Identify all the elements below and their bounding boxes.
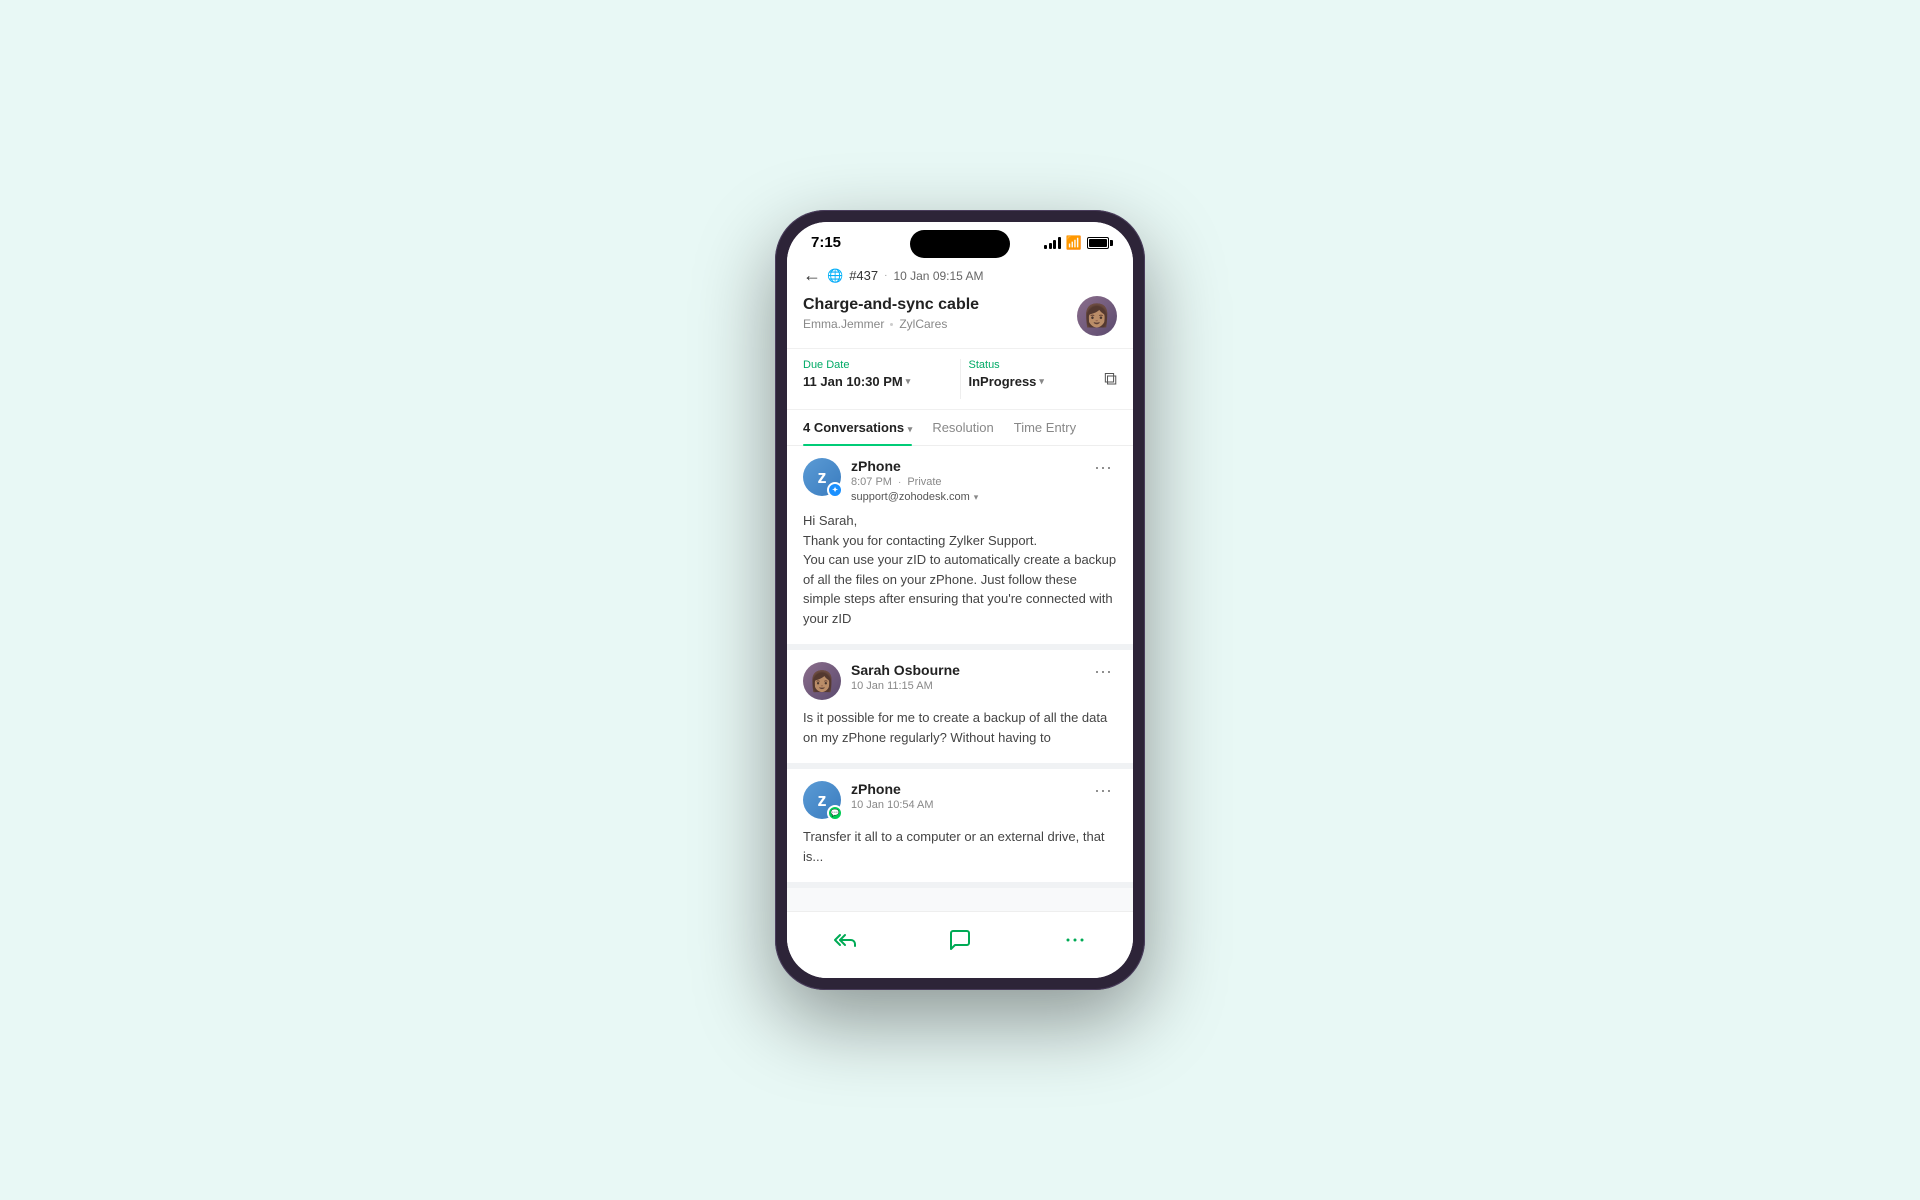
due-date-value: 11 Jan 10:30 PM ▾ <box>803 374 952 389</box>
conv-header-3: z 💬 zPhone 10 Jan 10:54 AM <box>803 781 1117 819</box>
conv-avatar-2: 👩🏽 <box>803 662 841 700</box>
conv-time-row-3: 10 Jan 10:54 AM <box>851 799 934 811</box>
conv-time-3: 10 Jan 10:54 AM <box>851 799 934 811</box>
conv-sender-1: zPhone <box>851 458 978 474</box>
message-icon <box>948 928 972 952</box>
conv-dot-1: · <box>898 477 901 488</box>
bottom-nav <box>787 911 1133 978</box>
fields-divider <box>960 359 961 399</box>
conv-meta-3: zPhone 10 Jan 10:54 AM <box>851 781 934 814</box>
conv-body-3: Transfer it all to a computer or an exte… <box>803 827 1117 866</box>
conv-sender-3: zPhone <box>851 781 934 797</box>
ticket-date: 10 Jan 09:15 AM <box>893 269 983 283</box>
status-chevron: ▾ <box>1039 376 1044 387</box>
separator: · <box>884 270 887 281</box>
due-date-chevron: ▾ <box>906 376 911 387</box>
conv-body-2: Is it possible for me to create a backup… <box>803 708 1117 747</box>
conv-time-row-2: 10 Jan 11:15 AM <box>851 680 960 692</box>
team-name: ZylCares <box>899 317 947 331</box>
conv-more-3[interactable]: ⋯ <box>1090 781 1117 802</box>
conv-time-1: 8:07 PM <box>851 476 892 488</box>
globe-icon: 🌐 <box>827 268 843 284</box>
due-date-field[interactable]: Due Date 11 Jan 10:30 PM ▾ <box>803 359 952 389</box>
conv-email-row-1[interactable]: support@zohodesk.com ▾ <box>851 491 978 503</box>
tab-resolution[interactable]: Resolution <box>932 410 993 445</box>
tabs-row: 4 Conversations ▾ Resolution Time Entry <box>787 410 1133 446</box>
conv-meta-2: Sarah Osbourne 10 Jan 11:15 AM <box>851 662 960 695</box>
phone-frame: 7:15 📶 ← 🌐 #437 · 10 Jan 09:15 AM C <box>775 210 1145 990</box>
conv-header-1: z ✦ zPhone 8:07 PM · Private <box>803 458 1117 503</box>
conv-body-1: Hi Sarah, Thank you for contacting Zylke… <box>803 511 1117 628</box>
avatar-image: 👩🏽 <box>1083 303 1110 329</box>
dynamic-island <box>910 230 1010 258</box>
conv-badge-icon-3: 💬 <box>831 809 840 817</box>
conv-avatar-wrap-1: z ✦ <box>803 458 841 496</box>
due-date-label: Due Date <box>803 359 952 371</box>
ticket-header-row: Charge-and-sync cable Emma.Jemmer ZylCar… <box>803 296 1117 336</box>
ticket-meta: Emma.Jemmer ZylCares <box>803 317 1077 331</box>
status-value: InProgress ▾ <box>969 374 1118 389</box>
conv-more-2[interactable]: ⋯ <box>1090 662 1117 683</box>
conversation-item: z ✦ zPhone 8:07 PM · Private <box>787 446 1133 650</box>
conv-time-row-1: 8:07 PM · Private <box>851 476 978 488</box>
ticket-id: #437 <box>849 268 878 283</box>
back-button[interactable]: ← <box>803 265 821 286</box>
ticket-header: ← 🌐 #437 · 10 Jan 09:15 AM Charge-and-sy… <box>787 257 1133 348</box>
more-options-button[interactable] <box>1050 922 1100 958</box>
status-field[interactable]: Status InProgress ▾ <box>969 359 1118 389</box>
meta-dot <box>890 323 893 326</box>
fields-row: Due Date 11 Jan 10:30 PM ▾ Status InProg… <box>787 348 1133 410</box>
copy-icon[interactable]: ⧉ <box>1104 369 1117 390</box>
conv-privacy-1: Private <box>907 476 941 488</box>
status-icons: 📶 <box>1044 235 1109 251</box>
agent-avatar: 👩🏽 <box>1077 296 1117 336</box>
conv-sender-2: Sarah Osbourne <box>851 662 960 678</box>
status-label: Status <box>969 359 1118 371</box>
conv-time-2: 10 Jan 11:15 AM <box>851 680 933 692</box>
reply-all-icon <box>833 928 857 952</box>
conv-avatar-wrap-3: z 💬 <box>803 781 841 819</box>
conv-badge-3: 💬 <box>827 805 843 821</box>
conversations-tab-chevron: ▾ <box>908 424 913 434</box>
conv-email-1: support@zohodesk.com <box>851 491 970 503</box>
more-icon <box>1063 928 1087 952</box>
conv-avatar-wrap-2: 👩🏽 <box>803 662 841 700</box>
conv-more-1[interactable]: ⋯ <box>1090 458 1117 479</box>
reply-all-button[interactable] <box>820 922 870 958</box>
conv-meta-1: zPhone 8:07 PM · Private support@zohodes… <box>851 458 978 503</box>
conv-email-chevron-1: ▾ <box>974 492 979 503</box>
tab-time-entry[interactable]: Time Entry <box>1014 410 1076 445</box>
status-time: 7:15 <box>811 234 841 251</box>
conversations-list: z ✦ zPhone 8:07 PM · Private <box>787 446 1133 911</box>
conv-badge-icon-1: ✦ <box>832 486 838 494</box>
conversation-item-3: z 💬 zPhone 10 Jan 10:54 AM <box>787 769 1133 888</box>
new-message-button[interactable] <box>935 922 985 958</box>
conv-header-2: 👩🏽 Sarah Osbourne 10 Jan 11:15 AM ⋯ <box>803 662 1117 700</box>
ticket-info: Charge-and-sync cable Emma.Jemmer ZylCar… <box>803 296 1077 331</box>
ticket-title: Charge-and-sync cable <box>803 296 1077 314</box>
header-top: ← 🌐 #437 · 10 Jan 09:15 AM <box>803 265 1117 286</box>
conversation-item-2: 👩🏽 Sarah Osbourne 10 Jan 11:15 AM ⋯ Is i… <box>787 650 1133 769</box>
battery-icon <box>1087 237 1109 249</box>
agent-name: Emma.Jemmer <box>803 317 884 331</box>
conv-badge-1: ✦ <box>827 482 843 498</box>
signal-icon <box>1044 237 1061 249</box>
phone-screen: 7:15 📶 ← 🌐 #437 · 10 Jan 09:15 AM C <box>787 222 1133 978</box>
tab-conversations[interactable]: 4 Conversations ▾ <box>803 410 912 445</box>
wifi-icon: 📶 <box>1066 235 1082 251</box>
